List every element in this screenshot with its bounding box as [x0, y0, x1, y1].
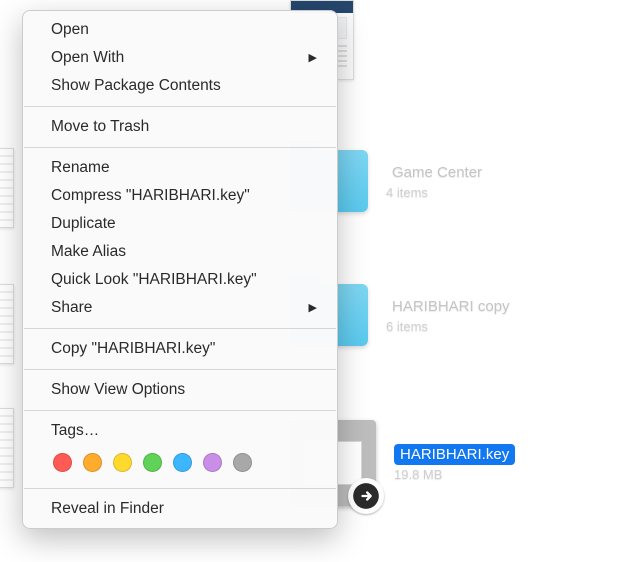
- grid-item-document[interactable]: [290, 0, 620, 80]
- menu-separator: [24, 410, 336, 411]
- menu-label: Compress "HARIBHARI.key": [51, 185, 250, 207]
- item-meta: 19.8 MB: [394, 467, 515, 482]
- menu-compress[interactable]: Compress "HARIBHARI.key": [23, 182, 337, 210]
- tag-dot-blue[interactable]: [173, 453, 192, 472]
- partial-thumb: [0, 284, 14, 364]
- menu-duplicate[interactable]: Duplicate: [23, 210, 337, 238]
- grid-item-folder-game-center[interactable]: Game Center 4 items: [290, 150, 620, 212]
- menu-label: Move to Trash: [51, 116, 149, 138]
- item-meta: 4 items: [386, 185, 488, 200]
- menu-reveal-in-finder[interactable]: Reveal in Finder: [23, 495, 337, 523]
- menu-separator: [24, 106, 336, 107]
- context-menu: Open Open With ▶ Show Package Contents Mo…: [22, 10, 338, 529]
- item-name: HARIBHARI.key: [394, 444, 515, 465]
- tags-row: [23, 445, 337, 482]
- menu-share[interactable]: Share ▶: [23, 294, 337, 322]
- menu-label: Copy "HARIBHARI.key": [51, 338, 215, 360]
- menu-move-to-trash[interactable]: Move to Trash: [23, 113, 337, 141]
- submenu-arrow-icon: ▶: [309, 47, 317, 69]
- menu-quick-look[interactable]: Quick Look "HARIBHARI.key": [23, 266, 337, 294]
- menu-label: Open: [51, 19, 89, 41]
- menu-label: Make Alias: [51, 241, 126, 263]
- menu-label: Show Package Contents: [51, 75, 221, 97]
- tag-dot-purple[interactable]: [203, 453, 222, 472]
- partial-thumb: [0, 408, 14, 488]
- item-label: HARIBHARI copy 6 items: [386, 296, 516, 334]
- submenu-arrow-icon: ▶: [309, 297, 317, 319]
- item-label: HARIBHARI.key 19.8 MB: [394, 444, 515, 482]
- menu-label: Rename: [51, 157, 110, 179]
- menu-make-alias[interactable]: Make Alias: [23, 238, 337, 266]
- menu-separator: [24, 147, 336, 148]
- tag-dot-red[interactable]: [53, 453, 72, 472]
- menu-label: Duplicate: [51, 213, 116, 235]
- partial-thumb: [0, 148, 14, 228]
- play-badge-icon: [348, 478, 384, 514]
- menu-label: Show View Options: [51, 379, 185, 401]
- item-label: Game Center 4 items: [386, 162, 488, 200]
- item-name: HARIBHARI copy: [386, 296, 516, 317]
- menu-copy[interactable]: Copy "HARIBHARI.key": [23, 335, 337, 363]
- menu-separator: [24, 328, 336, 329]
- grid-item-folder-haribhari-copy[interactable]: HARIBHARI copy 6 items: [290, 284, 620, 346]
- grid-item-keynote-haribhari[interactable]: HARIBHARI.key 19.8 MB: [290, 420, 620, 506]
- tag-dot-orange[interactable]: [83, 453, 102, 472]
- menu-separator: [24, 369, 336, 370]
- menu-label: Tags…: [51, 420, 99, 442]
- menu-open[interactable]: Open: [23, 16, 337, 44]
- item-meta: 6 items: [386, 319, 516, 334]
- menu-rename[interactable]: Rename: [23, 154, 337, 182]
- menu-label: Open With: [51, 47, 124, 69]
- menu-label: Quick Look "HARIBHARI.key": [51, 269, 257, 291]
- item-name: Game Center: [386, 162, 488, 183]
- menu-open-with[interactable]: Open With ▶: [23, 44, 337, 72]
- menu-separator: [24, 488, 336, 489]
- tag-dot-gray[interactable]: [233, 453, 252, 472]
- tag-dot-green[interactable]: [143, 453, 162, 472]
- tag-dot-yellow[interactable]: [113, 453, 132, 472]
- menu-label: Reveal in Finder: [51, 498, 164, 520]
- menu-label: Share: [51, 297, 92, 319]
- menu-show-package-contents[interactable]: Show Package Contents: [23, 72, 337, 100]
- menu-tags[interactable]: Tags…: [23, 417, 337, 445]
- menu-show-view-options[interactable]: Show View Options: [23, 376, 337, 404]
